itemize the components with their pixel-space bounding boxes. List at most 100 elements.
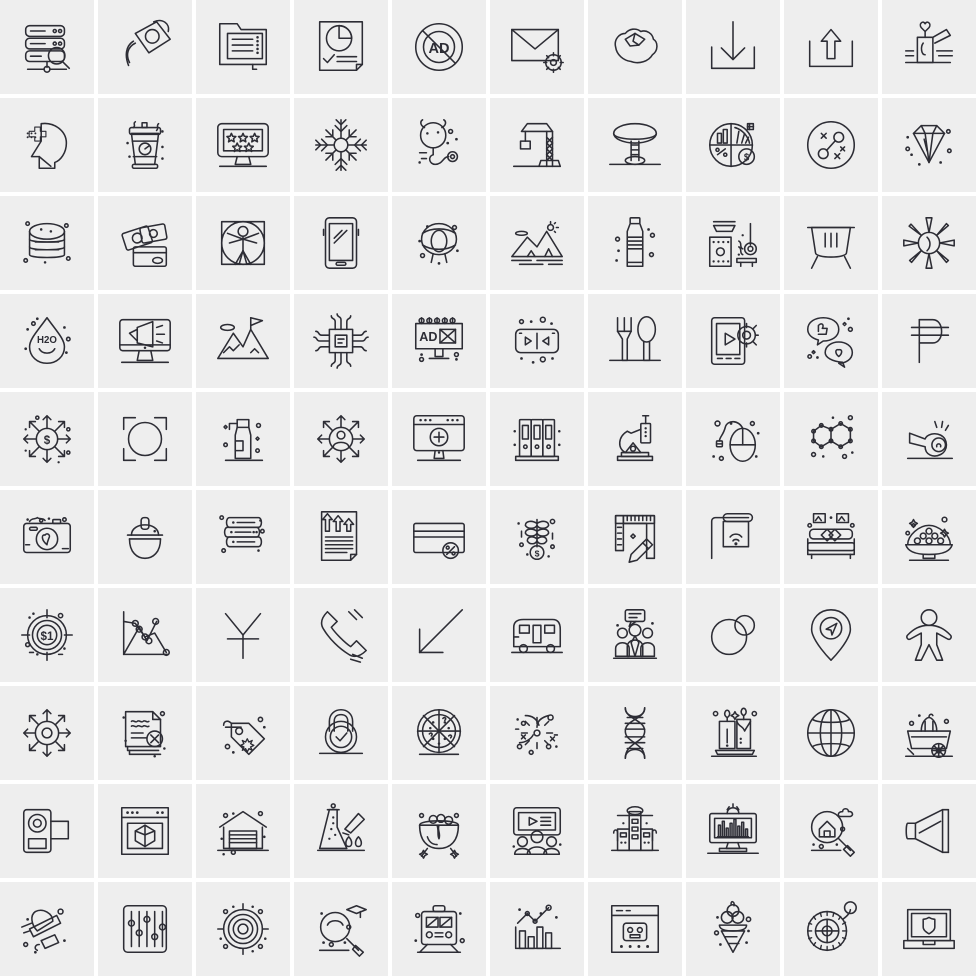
icon-tile-microscope[interactable] [588,392,682,486]
icon-tile-coin-stack[interactable] [0,196,94,290]
icon-tile-team-meeting[interactable] [588,588,682,682]
icon-tile-diamond[interactable] [882,98,976,192]
icon-tile-potion-cauldron[interactable] [392,784,486,878]
icon-tile-dollar-target[interactable]: $1 [0,588,94,682]
icon-tile-monitor-add[interactable] [392,392,486,486]
icon-tile-pie-chart-document[interactable] [294,0,388,94]
icon-tile-ad-blocker[interactable]: AD [392,0,486,94]
icon-tile-telephone[interactable] [294,588,388,682]
icon-tile-binders[interactable] [490,392,584,486]
icon-tile-house-search[interactable] [784,784,878,878]
icon-tile-arrow-down-left[interactable] [392,588,486,682]
icon-tile-money-distribution[interactable]: $ [0,392,94,486]
icon-tile-mountain-flag[interactable] [196,294,290,388]
icon-tile-stool[interactable] [588,98,682,192]
icon-tile-ship-helm[interactable] [0,686,94,780]
icon-tile-video-navigation[interactable] [490,294,584,388]
icon-tile-video-settings[interactable] [686,294,780,388]
icon-tile-price-tags[interactable] [196,686,290,780]
icon-tile-camera-heart[interactable] [0,490,94,584]
icon-tile-wifi-sign[interactable] [686,490,780,584]
icon-tile-cleaning-tools[interactable] [0,882,94,976]
icon-tile-cash-card[interactable] [98,196,192,290]
icon-tile-australia-map[interactable] [588,0,682,94]
icon-tile-browser-3d[interactable] [98,784,192,878]
icon-tile-smartphone[interactable] [294,196,388,290]
icon-tile-vitruvian-man[interactable] [196,196,290,290]
icon-tile-train[interactable] [392,882,486,976]
icon-tile-spray-bottle[interactable] [196,392,290,486]
icon-tile-bed[interactable] [784,490,878,584]
icon-tile-ruler-pencil[interactable] [588,490,682,584]
icon-tile-focus-frame[interactable] [98,392,192,486]
icon-tile-equalizer[interactable] [98,882,192,976]
icon-tile-strategy-network[interactable] [784,98,878,192]
icon-tile-sauna-heater[interactable] [686,196,780,290]
icon-tile-crane[interactable] [490,98,584,192]
icon-tile-computer-mouse[interactable] [686,392,780,486]
icon-tile-cauldron[interactable] [784,196,878,290]
icon-tile-fork-spoon[interactable] [588,294,682,388]
icon-tile-safety-helmet[interactable] [98,490,192,584]
icon-tile-finance-analytics[interactable]: $ [686,98,780,192]
icon-tile-billboard-ad[interactable]: AD [392,294,486,388]
icon-tile-flask-dropper[interactable] [294,784,388,878]
icon-tile-circles-overlap[interactable] [686,588,780,682]
icon-tile-city-buildings[interactable] [588,784,682,878]
icon-tile-document-delete[interactable] [98,686,192,780]
icon-tile-candles[interactable] [686,686,780,780]
icon-tile-radar-target[interactable] [196,882,290,976]
icon-tile-stethoscope[interactable] [392,98,486,192]
icon-tile-money-plant[interactable]: $ [490,490,584,584]
icon-tile-monitor-rating[interactable] [196,98,290,192]
icon-tile-video-camera[interactable] [0,784,94,878]
icon-tile-education-search[interactable] [294,882,388,976]
icon-tile-video-presentation[interactable] [490,784,584,878]
icon-tile-mail-settings[interactable] [490,0,584,94]
icon-tile-snowflake[interactable] [294,98,388,192]
icon-tile-garage[interactable] [196,784,290,878]
icon-tile-coffee-cup[interactable] [98,98,192,192]
icon-tile-padlock-verified[interactable] [294,686,388,780]
icon-tile-harvest-cart[interactable] [882,686,976,780]
icon-tile-water-drop[interactable]: H2O [0,294,94,388]
icon-tile-megaphone[interactable] [882,784,976,878]
icon-tile-sun-burst[interactable] [882,196,976,290]
icon-tile-ice-cream[interactable] [686,882,780,976]
icon-tile-caravan[interactable] [490,588,584,682]
icon-tile-bar-growth-chart[interactable] [490,882,584,976]
icon-tile-pizza[interactable] [392,686,486,780]
icon-tile-tape-measure[interactable] [784,882,878,976]
icon-tile-server-search[interactable] [0,0,94,94]
icon-tile-water-bottle[interactable] [588,196,682,290]
icon-tile-molecule[interactable] [784,392,878,486]
icon-tile-peso-currency[interactable] [882,294,976,388]
icon-tile-download[interactable] [686,0,780,94]
icon-tile-monitor-megaphone[interactable] [98,294,192,388]
icon-tile-processor-chip[interactable] [294,294,388,388]
icon-tile-yen-currency[interactable] [196,588,290,682]
icon-tile-whistle[interactable] [882,392,976,486]
icon-tile-laptop-security[interactable] [882,882,976,976]
icon-tile-book-stack[interactable] [196,490,290,584]
icon-tile-person[interactable] [882,588,976,682]
icon-tile-location-pin[interactable] [784,588,878,682]
icon-tile-analytics-monitor[interactable] [686,784,780,878]
icon-tile-growth-report[interactable] [294,490,388,584]
icon-tile-candle-heart[interactable] [882,0,976,94]
icon-tile-mental-health[interactable] [0,98,94,192]
icon-tile-globe[interactable] [784,686,878,780]
icon-tile-sweets-bowl[interactable] [882,490,976,584]
icon-tile-user-network[interactable] [294,392,388,486]
icon-tile-mountain-landscape[interactable] [490,196,584,290]
icon-tile-social-feedback[interactable] [784,294,878,388]
icon-tile-upload[interactable] [784,0,878,94]
icon-tile-line-chart[interactable] [98,588,192,682]
icon-tile-dna[interactable] [588,686,682,780]
icon-tile-swim-ring[interactable] [392,196,486,290]
icon-tile-clipboard-notes[interactable] [196,0,290,94]
icon-tile-firework[interactable] [490,686,584,780]
icon-tile-discount-card[interactable] [392,490,486,584]
icon-tile-watering-can[interactable] [98,0,192,94]
icon-tile-browser-robot[interactable] [588,882,682,976]
